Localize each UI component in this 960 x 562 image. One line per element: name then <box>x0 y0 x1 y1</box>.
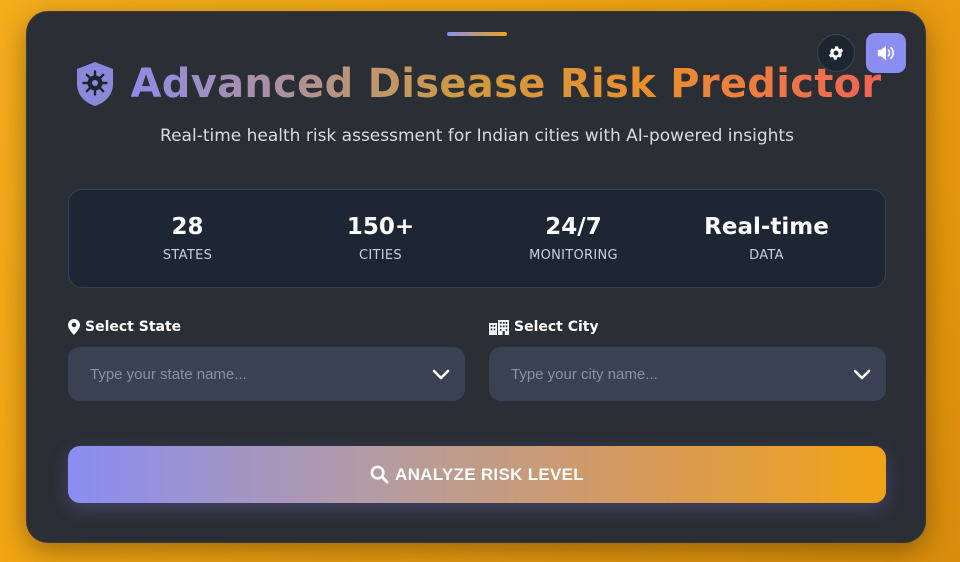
search-icon <box>370 465 389 484</box>
header: Advanced Disease Risk Predictor <box>27 60 927 108</box>
state-label-text: Select State <box>85 319 182 335</box>
virus-shield-icon <box>76 62 113 106</box>
predictor-card: Advanced Disease Risk Predictor Real-tim… <box>26 11 926 543</box>
state-field-label: Select State <box>68 319 181 335</box>
stat-label: DATA <box>749 248 784 263</box>
map-pin-icon <box>68 319 80 335</box>
city-select[interactable]: Type your city name... <box>489 347 886 401</box>
stat-value: 150+ <box>346 214 415 240</box>
stat-value: Real-time <box>704 214 829 240</box>
drag-handle <box>447 32 507 36</box>
stat-label: MONITORING <box>529 248 618 263</box>
stat-label: STATES <box>162 248 213 263</box>
page-subtitle: Real-time health risk assessment for Ind… <box>160 126 794 146</box>
state-select[interactable]: Type your state name... <box>68 347 465 401</box>
stat-value: 24/7 <box>545 214 602 240</box>
stat-cities: 150+ CITIES <box>284 190 477 287</box>
chevron-down-icon[interactable] <box>852 367 872 381</box>
stat-value: 28 <box>171 214 204 240</box>
analyze-risk-button[interactable]: ANALYZE RISK LEVEL <box>68 446 886 503</box>
stat-monitoring: 24/7 MONITORING <box>477 190 670 287</box>
chevron-down-icon[interactable] <box>431 367 451 381</box>
city-field-label: Select City <box>489 319 599 335</box>
city-label-text: Select City <box>514 319 599 335</box>
stat-label: CITIES <box>359 248 402 263</box>
stat-states: 28 STATES <box>91 190 284 287</box>
stats-panel: 28 STATES 150+ CITIES 24/7 MONITORING Re… <box>68 189 886 288</box>
page-title: Advanced Disease Risk Predictor <box>130 61 882 107</box>
city-input[interactable]: Type your city name... <box>511 366 852 383</box>
state-input[interactable]: Type your state name... <box>90 366 431 383</box>
analyze-button-label: ANALYZE RISK LEVEL <box>395 464 584 484</box>
stat-data: Real-time DATA <box>670 190 863 287</box>
city-icon <box>489 319 509 335</box>
